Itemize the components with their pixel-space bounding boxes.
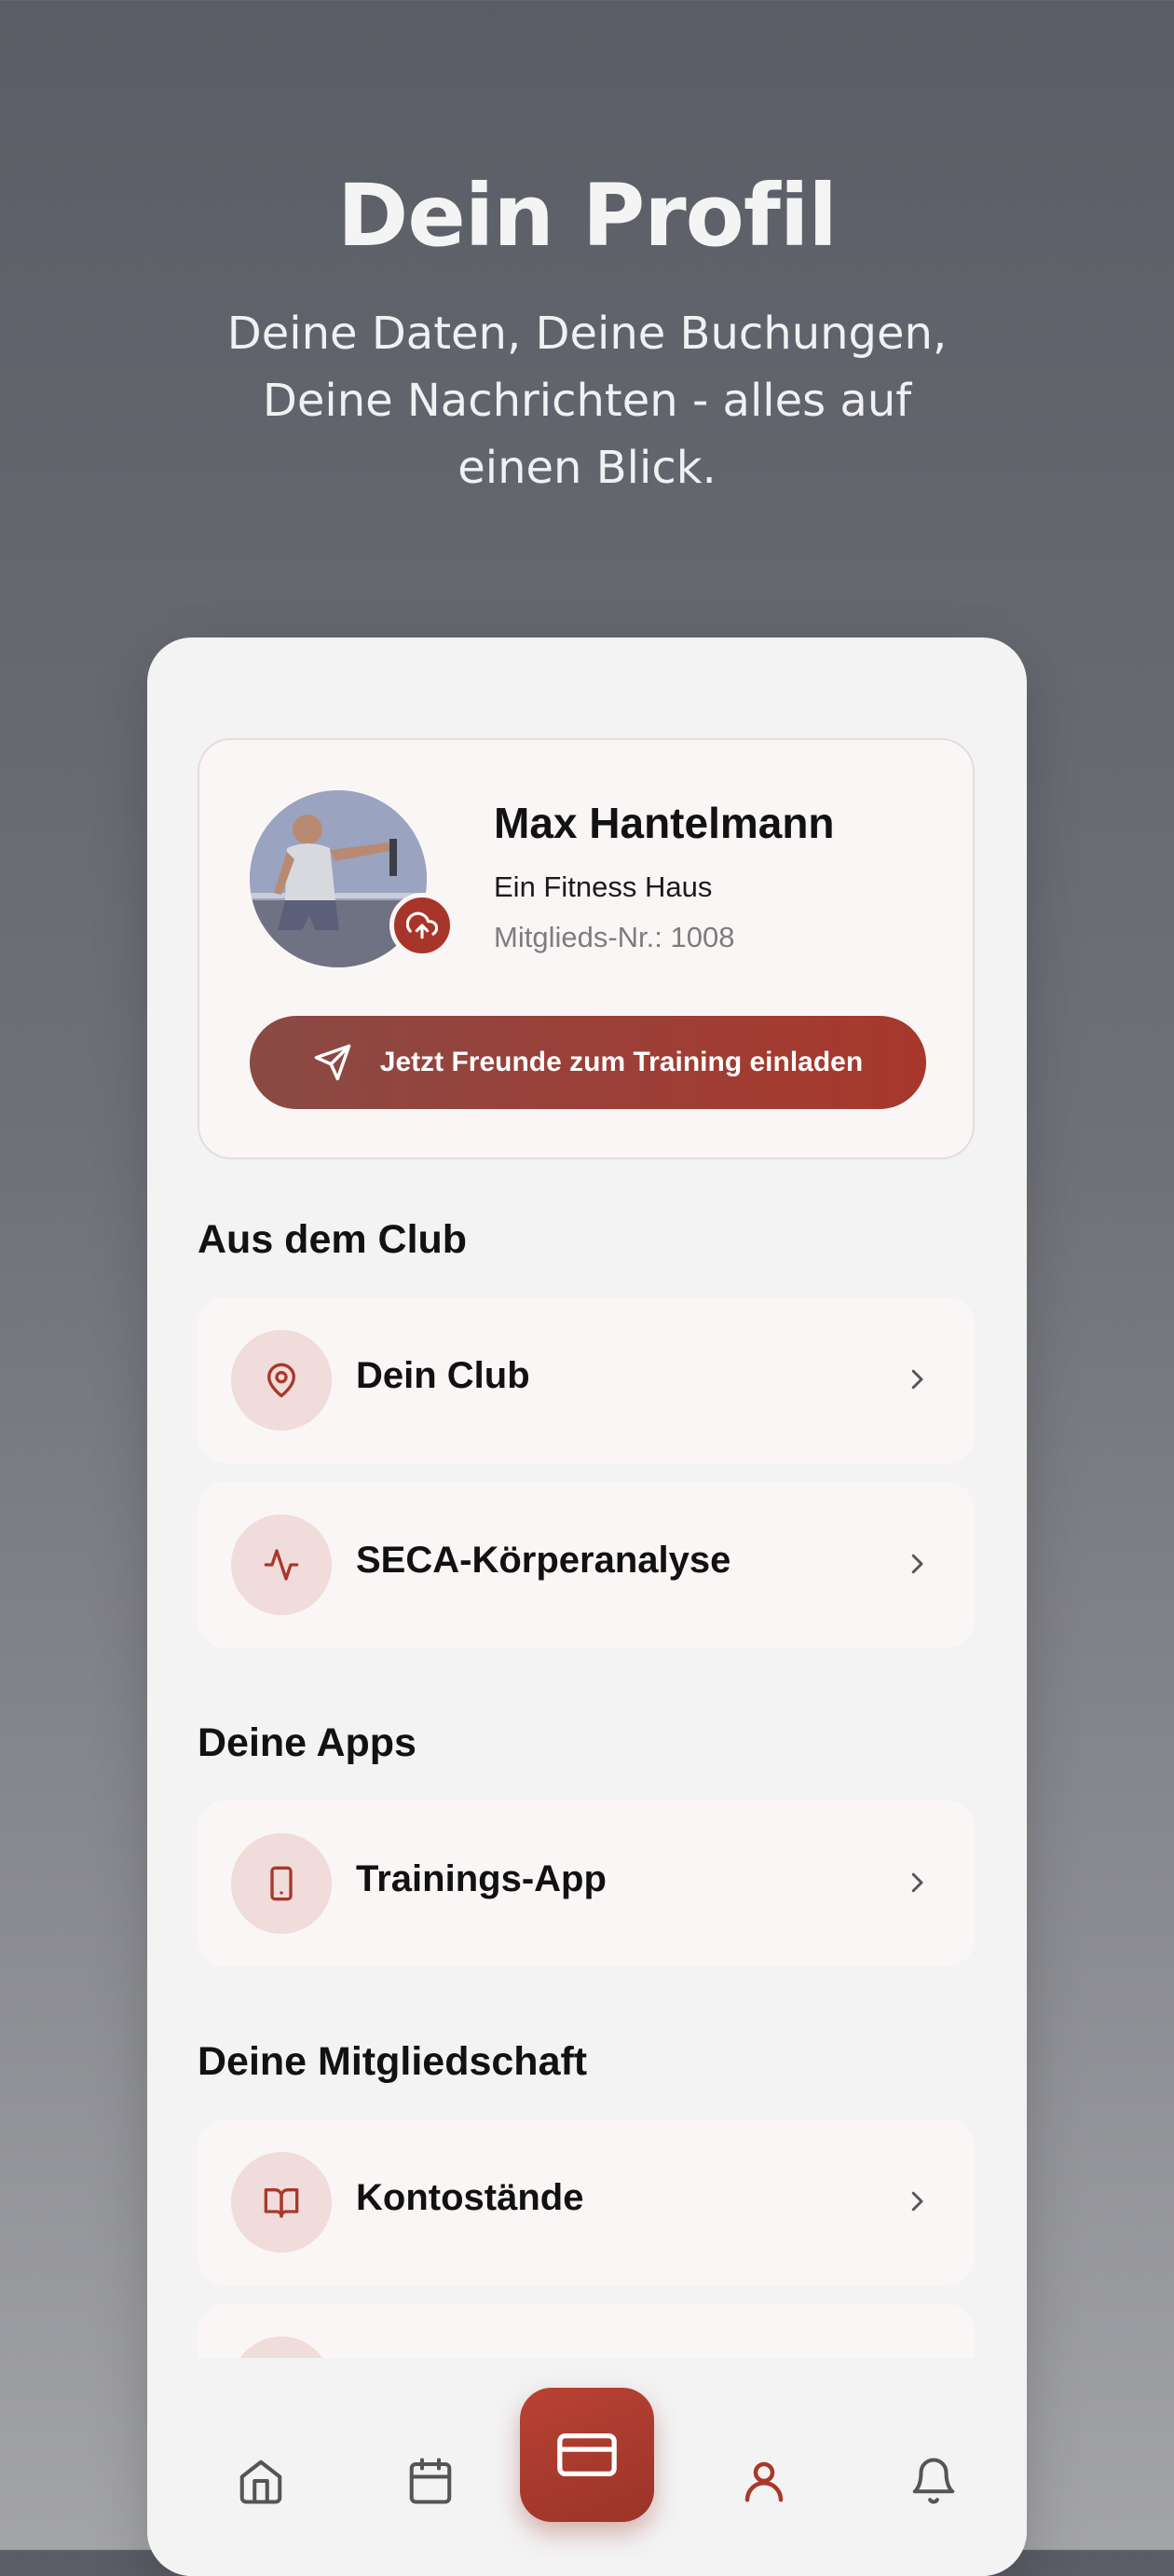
invite-friends-label: Jetzt Freunde zum Training einladen bbox=[379, 1047, 864, 1077]
activity-icon bbox=[264, 1549, 299, 1581]
phone-screen: Max Hantelmann Ein Fitness Haus Mitglied… bbox=[147, 637, 1027, 2576]
send-icon bbox=[314, 1044, 351, 1081]
cloud-upload-icon bbox=[406, 911, 438, 939]
card-icon bbox=[557, 2432, 617, 2477]
book-open-icon bbox=[264, 2188, 299, 2218]
icon-circle bbox=[231, 1514, 332, 1615]
home-icon bbox=[239, 2460, 282, 2504]
tab-profile[interactable] bbox=[730, 2447, 798, 2514]
list-item-label: Kontostände bbox=[356, 2177, 584, 2218]
upload-photo-button[interactable] bbox=[389, 893, 455, 958]
bell-icon bbox=[912, 2458, 955, 2504]
section-title-apps: Deine Apps bbox=[198, 1720, 416, 1765]
profile-club: Ein Fitness Haus bbox=[494, 870, 713, 903]
tab-card[interactable] bbox=[520, 2388, 654, 2522]
chevron-right-icon bbox=[900, 2185, 934, 2218]
icon-circle bbox=[231, 2152, 332, 2253]
invite-friends-button[interactable]: Jetzt Freunde zum Training einladen bbox=[250, 1016, 926, 1109]
hero-title: Dein Profil bbox=[337, 166, 838, 266]
icon-circle bbox=[231, 1833, 332, 1934]
tab-calendar[interactable] bbox=[397, 2447, 464, 2514]
chevron-right-icon bbox=[900, 1547, 934, 1581]
list-item-label: Trainings-App bbox=[356, 1858, 607, 1899]
tab-bar bbox=[147, 2358, 1027, 2576]
member-number: Mitglieds-Nr.: 1008 bbox=[494, 921, 735, 953]
chevron-right-icon bbox=[900, 1866, 934, 1899]
calendar-icon bbox=[409, 2458, 452, 2504]
section-title-membership: Deine Mitgliedschaft bbox=[198, 2039, 588, 2084]
list-item-seca[interactable]: SECA-Körperanalyse bbox=[198, 1482, 975, 1648]
tab-home[interactable] bbox=[227, 2447, 294, 2514]
icon-circle bbox=[231, 1330, 332, 1431]
profile-card: Max Hantelmann Ein Fitness Haus Mitglied… bbox=[198, 738, 975, 1159]
list-item-label: SECA-Körperanalyse bbox=[356, 1540, 731, 1581]
smartphone-icon bbox=[270, 1866, 293, 1901]
section-title-club: Aus dem Club bbox=[198, 1217, 468, 1262]
hero-subtitle: Deine Daten, Deine Buchungen, Deine Nach… bbox=[226, 308, 948, 494]
profile-name: Max Hantelmann bbox=[494, 799, 835, 847]
list-item-dein-club[interactable]: Dein Club bbox=[198, 1297, 975, 1463]
user-icon bbox=[744, 2461, 784, 2502]
chevron-right-icon bbox=[900, 1363, 934, 1396]
list-item-kontostaende[interactable]: Kontostände bbox=[198, 2119, 975, 2285]
tab-notifications[interactable] bbox=[900, 2447, 967, 2514]
list-item-trainings-app[interactable]: Trainings-App bbox=[198, 1801, 975, 1966]
list-item-label: Dein Club bbox=[356, 1355, 530, 1396]
map-pin-icon bbox=[267, 1363, 295, 1398]
